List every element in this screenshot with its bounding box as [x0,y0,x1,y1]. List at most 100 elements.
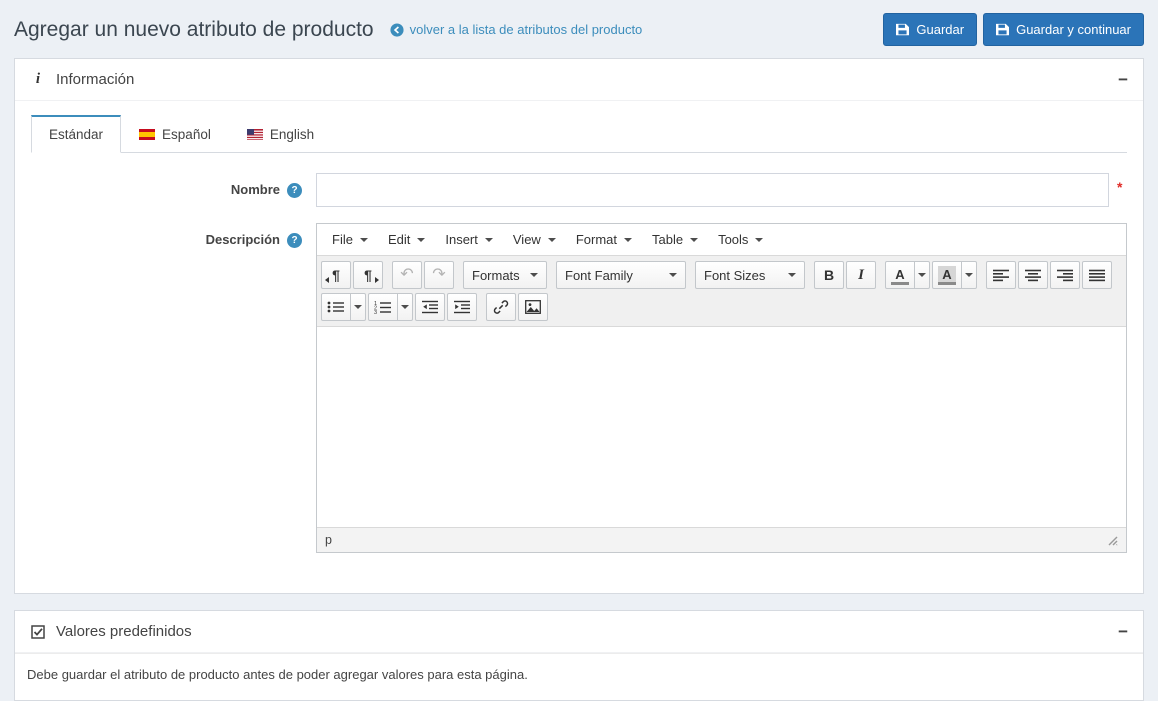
bold-icon: B [823,267,835,283]
align-right-button[interactable] [1050,261,1080,289]
caret-down-icon [484,237,493,242]
redo-button[interactable]: ↷ [424,261,454,289]
background-color-caret-button[interactable] [961,261,977,289]
link-icon [493,299,509,315]
align-justify-button[interactable] [1082,261,1112,289]
menu-item-edit-label: Edit [387,232,411,247]
text-color-button[interactable]: A [885,261,915,289]
editor-toolbar-row-1: ¶ ¶ ↶ ↷ Formats Font Family Font Sizes B… [321,259,1122,291]
element-path[interactable]: p [325,533,332,547]
font-sizes-dropdown[interactable]: Font Sizes [695,261,805,289]
align-left-button[interactable] [986,261,1016,289]
undo-icon: ↶ [400,266,414,283]
help-icon[interactable]: ? [287,183,302,198]
caret-down-icon [417,237,426,242]
help-icon[interactable]: ? [287,233,302,248]
indent-icon [454,300,470,314]
insert-image-button[interactable] [518,293,548,321]
editor-toolbars: ¶ ¶ ↶ ↷ Formats Font Family Font Sizes B… [317,255,1126,327]
nombre-input[interactable] [316,173,1109,207]
info-panel-collapse-button[interactable]: − [1118,71,1128,88]
locale-tabs: Estándar Español English [31,115,1127,153]
outdent-icon [422,300,438,314]
caret-down-icon [401,305,409,309]
font-sizes-dropdown-label: Font Sizes [704,267,766,283]
tab-espanol[interactable]: Español [121,115,229,153]
background-color-button[interactable]: A [932,261,962,289]
header-buttons: Guardar Guardar y continuar [883,13,1144,46]
caret-down-icon [690,237,699,242]
text-color-icon: A [891,266,909,285]
attribute-form: Nombre ? * Descripción ? File Edit Inser… [15,153,1143,593]
formats-dropdown-label: Formats [472,267,520,283]
menu-item-file-label: File [332,232,353,247]
paragraph-rtl-button[interactable]: ¶ [353,261,383,289]
resize-grip-icon[interactable] [1106,534,1118,546]
required-asterisk: * [1117,179,1123,195]
save-button[interactable]: Guardar [883,13,978,46]
font-family-dropdown-label: Font Family [565,267,633,283]
insert-link-button[interactable] [486,293,516,321]
align-center-button[interactable] [1018,261,1048,289]
save-floppy-icon [996,23,1010,36]
numbered-list-caret-button[interactable] [397,293,413,321]
editor-content-area[interactable] [317,327,1126,527]
values-panel-header: Valores predefinidos − [15,611,1143,653]
menu-item-edit[interactable]: Edit [378,224,435,255]
italic-button[interactable]: I [846,261,876,289]
descripcion-row: Descripción ? File Edit Insert View Form… [31,223,1127,553]
image-icon [525,300,541,314]
font-family-dropdown[interactable]: Font Family [556,261,686,289]
align-right-icon [1057,269,1073,282]
menu-item-tools[interactable]: Tools [708,224,773,255]
rich-text-editor: File Edit Insert View Format Table Tools [316,223,1127,553]
back-link[interactable]: volver a la lista de atributos del produ… [390,22,643,37]
caret-down-icon [755,237,764,242]
tab-estandar[interactable]: Estándar [31,115,122,153]
background-color-icon: A [938,265,956,285]
numbered-list-button[interactable]: 123 [368,293,398,321]
undo-button[interactable]: ↶ [392,261,422,289]
menu-item-table-label: Table [652,232,684,247]
info-panel-title: Información [56,71,135,88]
editor-statusbar: p [317,527,1126,552]
save-button-label: Guardar [916,22,965,37]
save-continue-button[interactable]: Guardar y continuar [983,13,1144,46]
menu-item-tools-label: Tools [718,232,749,247]
save-floppy-icon [896,23,910,36]
info-icon: i [35,71,41,87]
menu-item-view[interactable]: View [503,224,566,255]
caret-down-icon [530,273,538,277]
back-link-label: volver a la lista de atributos del produ… [409,22,643,37]
menu-item-view-label: View [512,232,541,247]
bullet-list-caret-button[interactable] [350,293,366,321]
menu-item-file[interactable]: File [322,224,378,255]
menu-item-table[interactable]: Table [642,224,708,255]
outdent-button[interactable] [415,293,445,321]
menu-item-format-label: Format [575,232,617,247]
paragraph-ltr-button[interactable]: ¶ [321,261,351,289]
formats-dropdown[interactable]: Formats [463,261,547,289]
us-flag-icon [246,128,263,140]
info-panel-header: i Información − [15,59,1143,101]
page-header: Agregar un nuevo atributo de producto vo… [0,0,1158,58]
menu-item-format[interactable]: Format [566,224,642,255]
checkbox-icon [30,624,46,639]
menu-item-insert[interactable]: Insert [435,224,503,255]
menu-item-insert-label: Insert [445,232,478,247]
align-left-icon [993,269,1009,282]
arrow-left-icon [325,277,329,283]
values-panel-collapse-button[interactable]: − [1118,623,1128,640]
bold-button[interactable]: B [814,261,844,289]
descripcion-label-cell: Descripción ? [31,223,316,553]
bullet-list-icon [327,300,345,314]
nombre-label: Nombre [230,182,280,197]
save-continue-button-label: Guardar y continuar [1016,22,1131,37]
indent-button[interactable] [447,293,477,321]
align-center-icon [1025,269,1041,282]
tab-english[interactable]: English [229,115,332,153]
editor-menubar: File Edit Insert View Format Table Tools [317,224,1126,255]
bullet-list-button[interactable] [321,293,351,321]
text-color-caret-button[interactable] [914,261,930,289]
numbered-list-icon: 123 [374,300,392,316]
